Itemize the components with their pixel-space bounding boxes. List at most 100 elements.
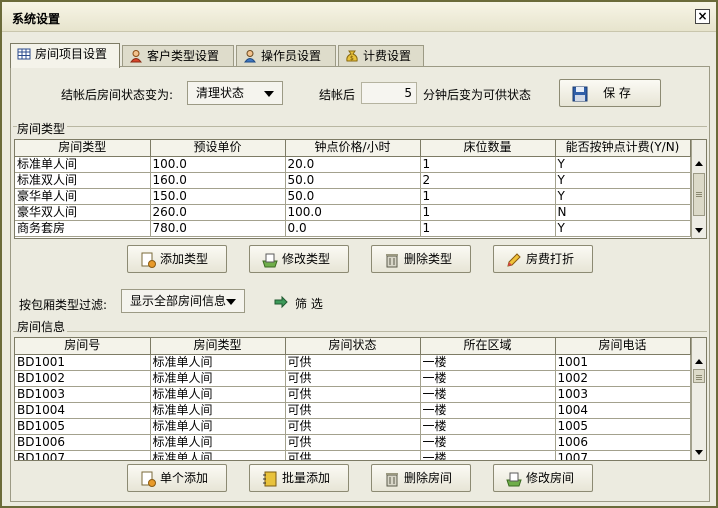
table-cell[interactable]: 可供 <box>285 402 421 419</box>
add-type-button[interactable]: 添加类型 <box>127 245 227 273</box>
table-cell[interactable]: 1 <box>420 220 556 237</box>
table-cell[interactable]: 1005 <box>555 418 691 435</box>
scroll-up-button[interactable] <box>692 157 706 171</box>
table-cell[interactable]: 可供 <box>285 418 421 435</box>
close-icon[interactable]: × <box>695 9 710 24</box>
table-row[interactable]: 标准单人间 100.0 20.0 1 Y <box>15 156 691 173</box>
table-cell[interactable]: 标准单人间 <box>150 354 286 371</box>
table-cell[interactable]: BD1004 <box>15 402 151 419</box>
table-cell[interactable]: 标准双人间 <box>15 172 151 189</box>
table-cell[interactable]: 可供 <box>285 434 421 451</box>
table-cell[interactable]: 一楼 <box>420 450 556 460</box>
table-cell[interactable]: 20.0 <box>285 156 421 173</box>
tab-customer-types[interactable]: 客户类型设置 <box>122 45 234 67</box>
table-cell[interactable]: 150.0 <box>150 188 286 205</box>
scroll-thumb[interactable] <box>693 173 705 216</box>
table-cell[interactable]: 商务套房 <box>15 220 151 237</box>
scroll-down-button[interactable] <box>692 446 706 460</box>
room-types-grid[interactable]: 房间类型 预设单价 钟点价格/小时 床位数量 能否按钟点计费(Y/N) 标准单人… <box>14 139 707 239</box>
table-cell[interactable]: BD1002 <box>15 370 151 387</box>
table-cell[interactable]: 一楼 <box>420 354 556 371</box>
discount-button[interactable]: 房费打折 <box>493 245 593 273</box>
table-row[interactable]: BD1006 标准单人间 可供 一楼 1006 <box>15 434 691 451</box>
column-header[interactable]: 房间类型 <box>15 140 151 157</box>
room-types-scrollbar[interactable] <box>691 140 706 238</box>
column-header[interactable]: 所在区域 <box>420 338 556 355</box>
table-cell[interactable]: 50.0 <box>285 172 421 189</box>
table-cell[interactable]: 100.0 <box>285 204 421 221</box>
table-cell[interactable]: 1004 <box>555 402 691 419</box>
rooms-scrollbar[interactable] <box>691 338 706 460</box>
table-cell[interactable]: 一楼 <box>420 370 556 387</box>
table-row[interactable]: 豪华单人间 150.0 50.0 1 Y <box>15 188 691 205</box>
checkout-status-select[interactable]: 清理状态 <box>187 81 283 105</box>
table-cell[interactable]: 0.0 <box>285 220 421 237</box>
table-cell[interactable]: 1003 <box>555 386 691 403</box>
table-row[interactable]: BD1002 标准单人间 可供 一楼 1002 <box>15 370 691 387</box>
column-header[interactable]: 房间状态 <box>285 338 421 355</box>
table-cell[interactable]: 标准单人间 <box>150 402 286 419</box>
table-cell[interactable]: BD1006 <box>15 434 151 451</box>
table-cell[interactable]: BD1003 <box>15 386 151 403</box>
table-cell[interactable]: 1 <box>420 204 556 221</box>
table-cell[interactable]: BD1005 <box>15 418 151 435</box>
edit-room-button[interactable]: 修改房间 <box>493 464 593 492</box>
table-cell[interactable]: 一楼 <box>420 418 556 435</box>
edit-type-button[interactable]: 修改类型 <box>249 245 349 273</box>
table-cell[interactable]: 1002 <box>555 370 691 387</box>
table-row[interactable]: BD1001 标准单人间 可供 一楼 1001 <box>15 354 691 371</box>
table-cell[interactable]: Y <box>555 172 691 189</box>
table-cell[interactable]: 标准单人间 <box>150 450 286 460</box>
table-row[interactable]: 商务套房 780.0 0.0 1 Y <box>15 220 691 237</box>
tab-room-settings[interactable]: 房间项目设置 <box>10 43 120 68</box>
column-header[interactable]: 房间类型 <box>150 338 286 355</box>
table-cell[interactable]: 可供 <box>285 354 421 371</box>
table-cell[interactable]: 1 <box>420 188 556 205</box>
room-type-filter-select[interactable]: 显示全部房间信息 <box>121 289 245 313</box>
table-cell[interactable]: 豪华双人间 <box>15 204 151 221</box>
tab-operators[interactable]: 操作员设置 <box>236 45 336 67</box>
table-row[interactable]: BD1003 标准单人间 可供 一楼 1003 <box>15 386 691 403</box>
table-cell[interactable]: BD1007 <box>15 450 151 460</box>
table-row[interactable]: 标准双人间 160.0 50.0 2 Y <box>15 172 691 189</box>
column-header[interactable]: 预设单价 <box>150 140 286 157</box>
rooms-grid[interactable]: 房间号 房间类型 房间状态 所在区域 房间电话 BD1001 标准单人间 可供 一楼 1… <box>14 337 707 461</box>
table-row[interactable]: BD1004 标准单人间 可供 一楼 1004 <box>15 402 691 419</box>
table-cell[interactable]: 可供 <box>285 386 421 403</box>
table-cell[interactable]: 标准单人间 <box>15 156 151 173</box>
table-cell[interactable]: 780.0 <box>150 220 286 237</box>
table-cell[interactable]: 1006 <box>555 434 691 451</box>
table-cell[interactable]: BD1001 <box>15 354 151 371</box>
delete-room-button[interactable]: 删除房间 <box>371 464 471 492</box>
table-cell[interactable]: 标准单人间 <box>150 418 286 435</box>
table-row[interactable]: BD1005 标准单人间 可供 一楼 1005 <box>15 418 691 435</box>
minutes-input[interactable]: 5 <box>361 82 417 104</box>
table-cell[interactable]: 标准单人间 <box>150 386 286 403</box>
column-header[interactable]: 床位数量 <box>420 140 556 157</box>
batch-add-rooms-button[interactable]: 批量添加 <box>249 464 349 492</box>
table-cell[interactable]: Y <box>555 220 691 237</box>
save-button[interactable]: 保 存 <box>559 79 661 107</box>
scroll-thumb[interactable] <box>693 369 705 383</box>
table-cell[interactable]: 50.0 <box>285 188 421 205</box>
scroll-up-button[interactable] <box>692 355 706 369</box>
add-single-room-button[interactable]: 单个添加 <box>127 464 227 492</box>
scroll-down-button[interactable] <box>692 224 706 238</box>
table-cell[interactable]: 可供 <box>285 450 421 460</box>
table-cell[interactable]: 标准单人间 <box>150 370 286 387</box>
column-header[interactable]: 房间电话 <box>555 338 691 355</box>
table-cell[interactable]: 1 <box>420 156 556 173</box>
table-cell[interactable]: 2 <box>420 172 556 189</box>
table-cell[interactable]: 一楼 <box>420 402 556 419</box>
tab-billing[interactable]: $ 计费设置 <box>338 45 424 67</box>
table-cell[interactable]: 一楼 <box>420 386 556 403</box>
column-header[interactable]: 能否按钟点计费(Y/N) <box>555 140 691 157</box>
table-cell[interactable]: 一楼 <box>420 434 556 451</box>
filter-button[interactable]: 筛 选 <box>273 292 343 312</box>
table-cell[interactable]: N <box>555 204 691 221</box>
table-cell[interactable]: Y <box>555 156 691 173</box>
table-cell[interactable]: 1001 <box>555 354 691 371</box>
table-cell[interactable]: Y <box>555 188 691 205</box>
table-cell[interactable]: 1007 <box>555 450 691 460</box>
table-cell[interactable]: 160.0 <box>150 172 286 189</box>
